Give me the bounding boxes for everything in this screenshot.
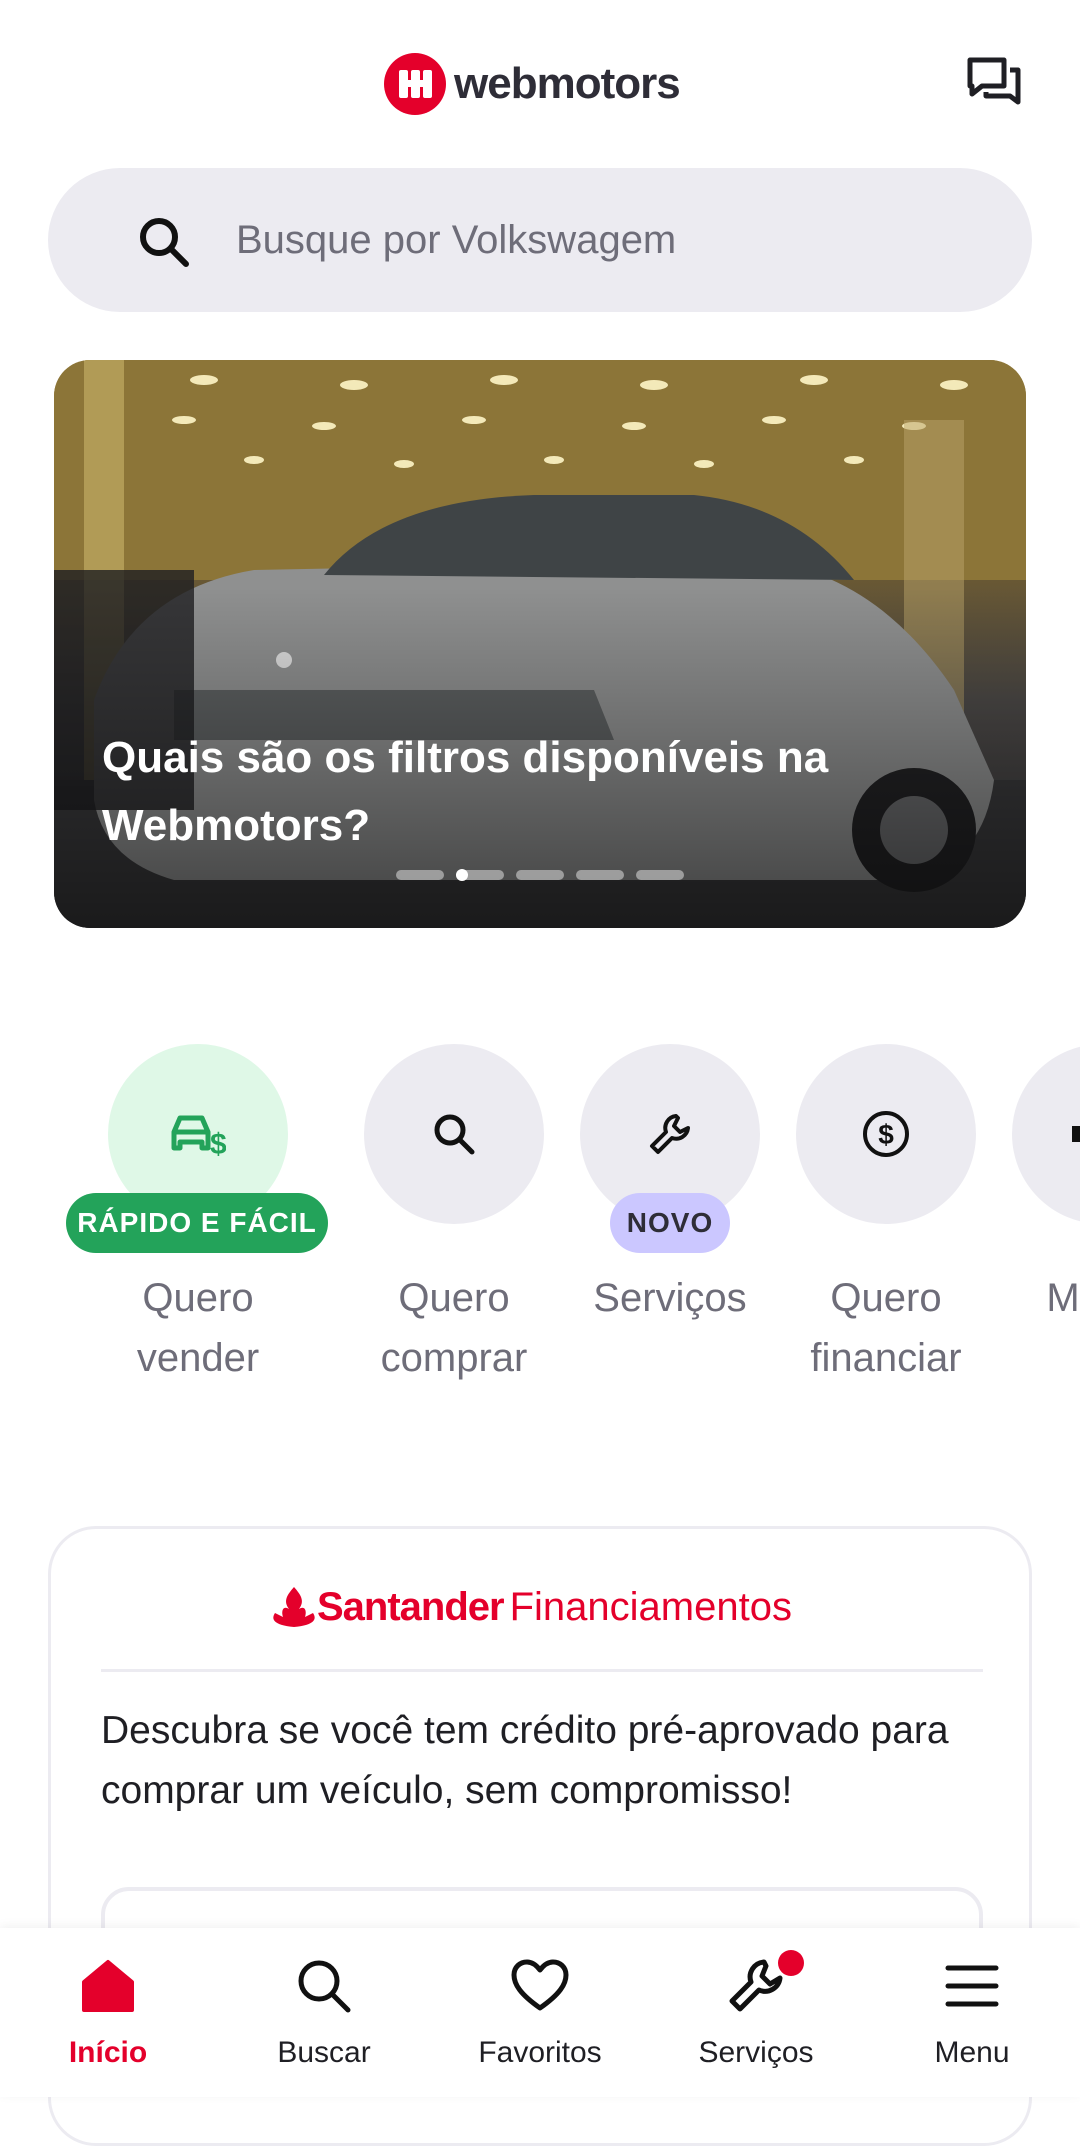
search-bar[interactable] xyxy=(48,168,1032,312)
wrench-icon xyxy=(650,1114,690,1154)
action-label: Quero vender xyxy=(136,1276,260,1380)
home-icon xyxy=(82,1960,134,2012)
santander-brand: Santander xyxy=(317,1584,505,1629)
carousel-dot-active[interactable] xyxy=(456,869,504,881)
notification-dot xyxy=(778,1950,804,1976)
action-circle[interactable] xyxy=(364,1044,544,1224)
hero-banner[interactable]: Quais são os filtros disponíveis na Webm… xyxy=(54,360,1026,928)
carousel-dot[interactable] xyxy=(636,870,684,880)
carousel-dot[interactable] xyxy=(396,870,444,880)
partial-icon xyxy=(1072,1126,1080,1142)
search-icon xyxy=(298,1960,351,2013)
search-icon xyxy=(140,218,189,267)
santander-flame-icon xyxy=(273,1587,315,1627)
action-label: Serviços xyxy=(593,1276,747,1320)
nav-menu[interactable]: Menu xyxy=(864,1928,1080,2097)
badge-novo: NOVO xyxy=(610,1193,730,1253)
menu-icon xyxy=(945,1965,999,2007)
nav-buscar[interactable]: Buscar xyxy=(216,1928,432,2097)
nav-inicio[interactable]: Início xyxy=(0,1928,216,2097)
nav-label: Menu xyxy=(934,2036,1010,2069)
chat-icon[interactable] xyxy=(964,54,1024,114)
nav-label: Serviços xyxy=(698,2036,814,2069)
quick-actions: $ RÁPIDO E FÁCIL Quero vender Quero comp… xyxy=(0,1040,1080,1400)
wrench-icon xyxy=(729,1959,783,2012)
bottom-navigation: Início Buscar Favoritos Serviços Menu xyxy=(0,1928,1080,2097)
nav-label: Buscar xyxy=(277,2036,371,2069)
badge-rapido-facil: RÁPIDO E FÁCIL xyxy=(66,1193,328,1253)
divider xyxy=(101,1669,983,1672)
action-circle[interactable]: $ xyxy=(796,1044,976,1224)
webmotors-logo[interactable]: webmotors xyxy=(384,52,681,116)
webmotors-logo-icon xyxy=(384,53,446,115)
promo-text: Descubra se você tem crédito pré-aprovad… xyxy=(101,1709,949,1812)
carousel-indicator[interactable] xyxy=(396,869,684,881)
logo-text: webmotors xyxy=(454,59,681,108)
carousel-dot[interactable] xyxy=(576,870,624,880)
nav-favoritos[interactable]: Favoritos xyxy=(432,1928,648,2097)
carousel-dot[interactable] xyxy=(516,870,564,880)
search-input[interactable] xyxy=(234,208,994,272)
heart-icon xyxy=(511,1959,569,2011)
action-circle[interactable] xyxy=(1012,1044,1080,1224)
svg-text:$: $ xyxy=(210,1128,226,1158)
nav-label: Favoritos xyxy=(478,2036,602,2069)
svg-text:$: $ xyxy=(878,1119,894,1150)
action-label: Quero comprar xyxy=(380,1276,528,1380)
action-label: M anú xyxy=(1046,1276,1080,1320)
santander-logo: Santander Financiamentos xyxy=(271,1577,792,1637)
car-dollar-icon: $ xyxy=(171,1115,226,1158)
search-icon xyxy=(434,1114,475,1155)
hero-title: Quais são os filtros disponíveis na Webm… xyxy=(102,733,829,850)
santander-product: Financiamentos xyxy=(509,1584,792,1629)
action-label: Quero financiar xyxy=(810,1276,962,1380)
nav-label: Início xyxy=(68,2036,148,2069)
nav-servicos[interactable]: Serviços xyxy=(648,1928,864,2097)
app-header: webmotors xyxy=(0,0,1080,160)
dollar-circle-icon: $ xyxy=(863,1111,909,1157)
